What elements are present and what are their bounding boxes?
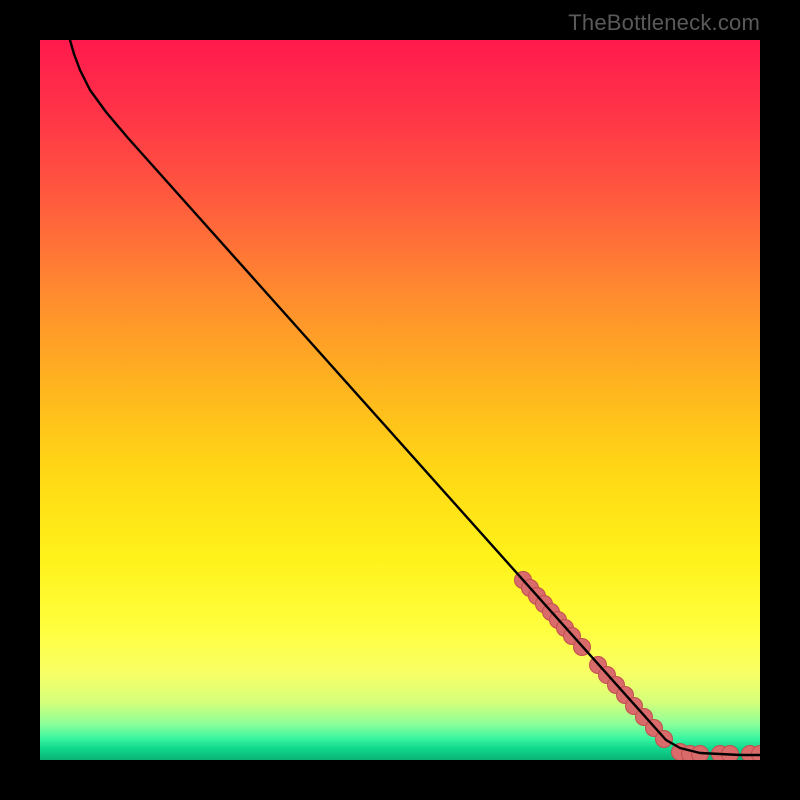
watermark-text: TheBottleneck.com (568, 10, 760, 36)
chart-overlay (40, 40, 760, 760)
data-point (722, 746, 739, 761)
plot-area (40, 40, 760, 760)
data-points-group (515, 572, 761, 761)
chart-frame: TheBottleneck.com (0, 0, 800, 800)
bottleneck-curve (70, 40, 760, 755)
